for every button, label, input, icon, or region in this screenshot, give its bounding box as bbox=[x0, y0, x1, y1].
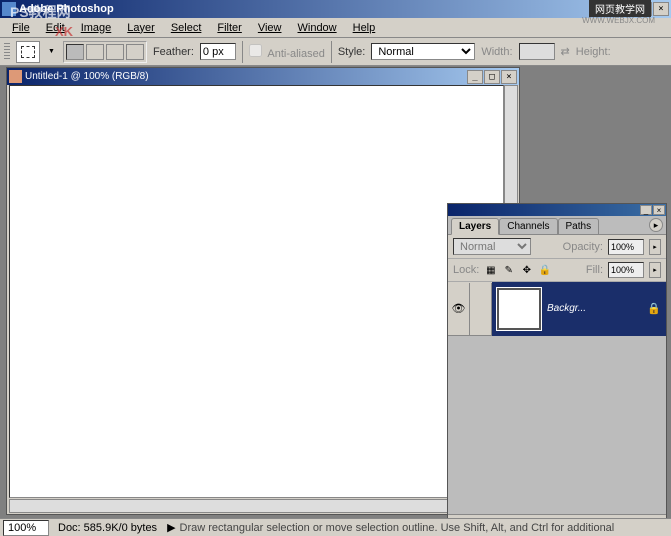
menu-select[interactable]: Select bbox=[163, 20, 210, 36]
tool-preset-picker[interactable] bbox=[16, 41, 40, 63]
new-layer-button[interactable]: ▣ bbox=[624, 518, 640, 519]
width-input bbox=[519, 43, 555, 60]
menu-file[interactable]: File bbox=[4, 20, 38, 36]
blend-mode-select[interactable]: Normal bbox=[453, 238, 531, 255]
close-button[interactable]: × bbox=[653, 2, 669, 16]
lock-icon: 🔒 bbox=[647, 302, 661, 315]
antialias-label: Anti-aliased bbox=[267, 48, 324, 60]
layer-thumbnail[interactable] bbox=[497, 288, 541, 330]
menu-window[interactable]: Window bbox=[290, 20, 345, 36]
layer-visibility-toggle[interactable]: 👁 bbox=[448, 283, 470, 335]
lock-all-icon[interactable]: 🔒 bbox=[538, 264, 551, 277]
options-bar: ▼ Feather: Anti-aliased Style: Normal Wi… bbox=[0, 38, 671, 66]
layer-selected-area[interactable]: Backgr... 🔒 bbox=[492, 282, 666, 336]
brand-badge: 网页教学网 bbox=[589, 0, 651, 17]
app-icon bbox=[2, 2, 16, 16]
layers-list[interactable]: 👁 Backgr... 🔒 bbox=[448, 282, 666, 514]
menu-view[interactable]: View bbox=[250, 20, 290, 36]
opacity-label: Opacity: bbox=[563, 241, 603, 253]
feather-label: Feather: bbox=[153, 46, 194, 58]
chevron-down-icon[interactable]: ▼ bbox=[46, 48, 57, 55]
layer-mask-button[interactable]: ◐ bbox=[558, 518, 574, 519]
status-bar: 100% Doc: 585.9K/0 bytes ▶ Draw rectangu… bbox=[0, 518, 671, 536]
menu-layer[interactable]: Layer bbox=[119, 20, 163, 36]
height-label: Height: bbox=[576, 46, 611, 58]
status-hint: Draw rectangular selection or move selec… bbox=[180, 522, 671, 534]
antialias-option: Anti-aliased bbox=[249, 44, 325, 60]
style-select[interactable]: Normal bbox=[371, 43, 475, 60]
opacity-slider-button[interactable]: ▸ bbox=[649, 239, 661, 255]
doc-close-button[interactable]: × bbox=[501, 70, 517, 84]
selection-mode-group bbox=[63, 41, 147, 63]
horizontal-scrollbar[interactable] bbox=[9, 499, 504, 513]
fill-label: Fill: bbox=[586, 264, 603, 276]
panel-footer: ⚙ ◐ 📁 ◑ ▣ 🗑 bbox=[448, 514, 666, 518]
tab-channels[interactable]: Channels bbox=[499, 218, 557, 234]
opacity-input[interactable]: 100% bbox=[608, 239, 644, 255]
panel-minimize-button[interactable]: _ bbox=[640, 205, 652, 215]
document-titlebar[interactable]: Untitled-1 @ 100% (RGB/8) _ □ × bbox=[7, 68, 519, 85]
tab-layers[interactable]: Layers bbox=[451, 218, 499, 235]
tab-paths[interactable]: Paths bbox=[558, 218, 600, 234]
doc-maximize-button[interactable]: □ bbox=[484, 70, 500, 84]
lock-pixels-icon[interactable]: ✎ bbox=[502, 264, 515, 277]
feather-input[interactable] bbox=[200, 43, 236, 60]
panel-close-button[interactable]: × bbox=[653, 205, 665, 215]
lock-label: Lock: bbox=[453, 264, 479, 276]
layers-panel[interactable]: _ × Layers Channels Paths ▸ Normal Opaci… bbox=[447, 203, 667, 518]
canvas[interactable] bbox=[9, 85, 504, 498]
document-window[interactable]: Untitled-1 @ 100% (RGB/8) _ □ × bbox=[6, 67, 520, 515]
fill-slider-button[interactable]: ▸ bbox=[649, 262, 661, 278]
adjustment-layer-button[interactable]: ◑ bbox=[602, 518, 618, 519]
layer-style-button[interactable]: ⚙ bbox=[536, 518, 552, 519]
brand-url: WWW.WEBJX.COM bbox=[582, 16, 655, 25]
separator bbox=[331, 41, 332, 63]
selection-subtract-button[interactable] bbox=[106, 44, 124, 60]
menubar: File Edit Image Layer Select Filter View… bbox=[0, 18, 671, 38]
selection-add-button[interactable] bbox=[86, 44, 104, 60]
width-label: Width: bbox=[481, 46, 512, 58]
grip-icon[interactable] bbox=[4, 43, 10, 61]
menu-help[interactable]: Help bbox=[345, 20, 384, 36]
app-titlebar: Adobe Photoshop _ □ × bbox=[0, 0, 671, 18]
document-title: Untitled-1 @ 100% (RGB/8) bbox=[25, 71, 467, 82]
new-set-button[interactable]: 📁 bbox=[580, 518, 596, 519]
panel-titlebar[interactable]: _ × bbox=[448, 204, 666, 216]
workspace: Untitled-1 @ 100% (RGB/8) _ □ × _ × Laye… bbox=[0, 66, 671, 518]
lock-position-icon[interactable]: ✥ bbox=[520, 264, 533, 277]
panel-tabs: Layers Channels Paths ▸ bbox=[448, 216, 666, 234]
menu-filter[interactable]: Filter bbox=[209, 20, 249, 36]
fill-input[interactable]: 100% bbox=[608, 262, 644, 278]
app-title: Adobe Photoshop bbox=[19, 3, 619, 15]
document-icon bbox=[9, 70, 22, 83]
menu-edit[interactable]: Edit bbox=[38, 20, 73, 36]
swap-icon: ⇄ bbox=[561, 45, 570, 58]
layer-row[interactable]: 👁 Backgr... 🔒 bbox=[448, 282, 666, 336]
delete-layer-button[interactable]: 🗑 bbox=[646, 518, 662, 519]
selection-new-button[interactable] bbox=[66, 44, 84, 60]
layer-name[interactable]: Backgr... bbox=[547, 303, 641, 314]
lock-transparency-icon[interactable]: ▦ bbox=[484, 264, 497, 277]
doc-minimize-button[interactable]: _ bbox=[467, 70, 483, 84]
layer-link-toggle[interactable] bbox=[470, 283, 492, 335]
panel-menu-button[interactable]: ▸ bbox=[649, 218, 663, 232]
eye-icon: 👁 bbox=[452, 302, 466, 315]
separator bbox=[242, 41, 243, 63]
status-menu-arrow[interactable]: ▶ bbox=[163, 521, 179, 534]
antialias-checkbox bbox=[249, 44, 262, 57]
zoom-input[interactable]: 100% bbox=[3, 520, 49, 536]
style-label: Style: bbox=[338, 46, 366, 58]
selection-intersect-button[interactable] bbox=[126, 44, 144, 60]
doc-size-label[interactable]: Doc: 585.9K/0 bytes bbox=[52, 522, 163, 534]
menu-image[interactable]: Image bbox=[73, 20, 120, 36]
marquee-icon bbox=[21, 46, 35, 58]
panel-body: Normal Opacity: 100% ▸ Lock: ▦ ✎ ✥ 🔒 Fil… bbox=[448, 234, 666, 518]
